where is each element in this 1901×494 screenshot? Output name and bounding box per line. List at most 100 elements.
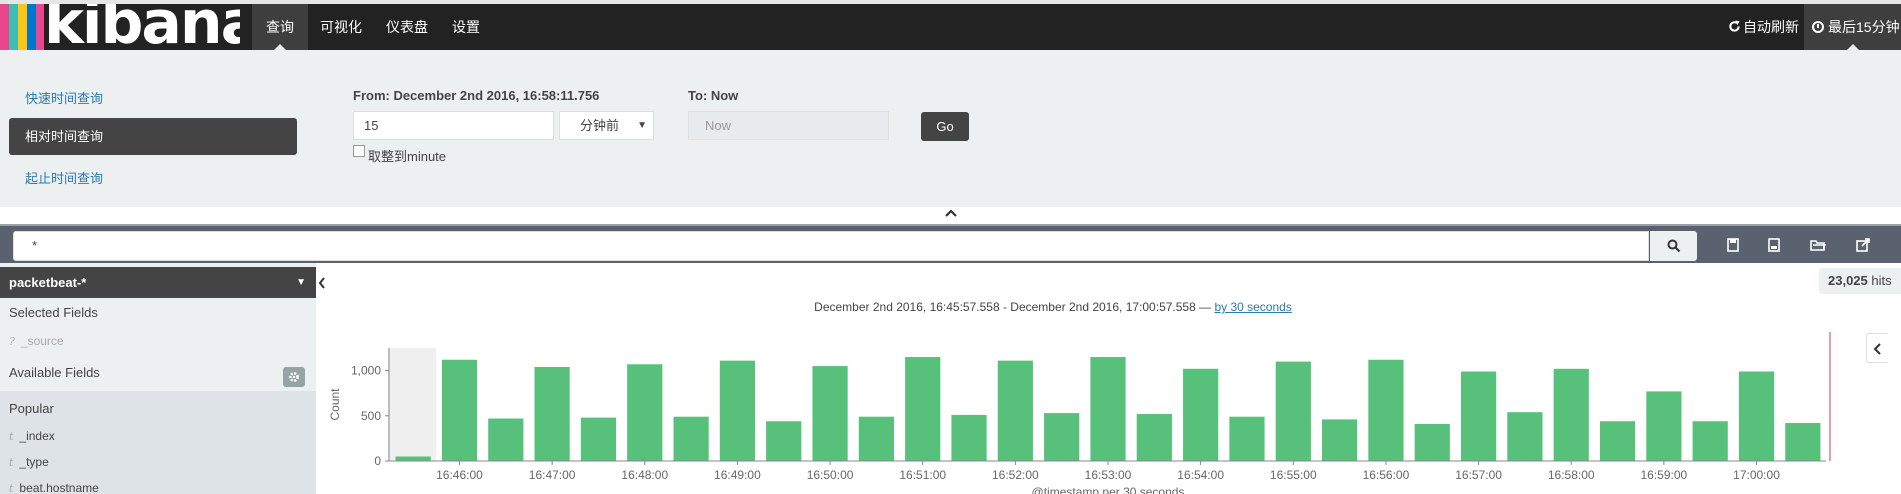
search-input[interactable]: * (13, 231, 1649, 261)
tab-discover[interactable]: 查询 (252, 4, 308, 50)
chart-bar (1136, 413, 1172, 461)
selected-fields-heading: Selected Fields (9, 305, 98, 320)
chart-bar (1738, 371, 1775, 461)
index-pattern-label: packetbeat-* (9, 275, 87, 290)
chart-bar (1460, 371, 1497, 461)
field-type-icon: ? (9, 335, 15, 348)
x-tick-label: 16:52:00 (992, 468, 1039, 482)
tab-settings[interactable]: 设置 (438, 4, 494, 50)
chart-bar (1368, 359, 1404, 461)
chevron-left-icon (1873, 343, 1881, 355)
mode-absolute[interactable]: 起止时间查询 (25, 168, 103, 187)
chart-bar (441, 359, 478, 461)
chart-bar (627, 364, 663, 461)
tab-visualize[interactable]: 可视化 (306, 4, 376, 50)
x-tick-label: 16:51:00 (899, 468, 946, 482)
open-folder-icon[interactable] (1808, 235, 1828, 255)
index-pattern-select[interactable]: packetbeat-* ▼ (0, 267, 316, 298)
chart-bar (1044, 413, 1080, 461)
chevron-left-icon[interactable] (316, 271, 328, 295)
kibana-logo[interactable]: kibana (0, 4, 240, 50)
field-name: _source (20, 334, 64, 348)
chart-bar (1692, 421, 1728, 461)
logo-stripe (27, 4, 36, 50)
chart-bar (905, 357, 941, 461)
x-tick-label: 16:59:00 (1641, 468, 1688, 482)
x-tick-label: 16:48:00 (621, 468, 668, 482)
x-tick-label: 17:00:00 (1733, 468, 1780, 482)
chart-bar (1229, 416, 1265, 461)
y-tick-label: 0 (374, 454, 381, 468)
new-search-icon[interactable] (1723, 235, 1743, 255)
field-item[interactable]: t beat.hostname (9, 481, 99, 494)
y-axis-label: Count (328, 388, 342, 421)
logo-stripe (9, 4, 18, 50)
to-input[interactable]: Now (688, 111, 889, 140)
clock-icon (1812, 21, 1824, 33)
hits-count: 23,025 (1828, 273, 1868, 288)
chart-bar (1646, 391, 1682, 461)
chart-bar (1599, 421, 1636, 461)
mode-quick[interactable]: 快速时间查询 (25, 88, 103, 107)
from-count-input[interactable]: 15 (353, 111, 554, 140)
chart-bar (673, 416, 709, 461)
x-tick-label: 16:56:00 (1363, 468, 1410, 482)
x-axis-label: @timestamp per 30 seconds (1032, 485, 1185, 494)
field-sidebar: packetbeat-* ▼ Selected Fields ? _source … (0, 263, 316, 494)
auto-refresh-label: 自动刷新 (1743, 19, 1799, 35)
field-item[interactable]: t _type (9, 455, 49, 469)
field-name: _type (19, 455, 49, 469)
to-label: To: Now (688, 88, 739, 103)
field-item[interactable]: t _index (9, 429, 55, 443)
logo-stripe (0, 4, 9, 50)
partial-bucket-shade (388, 348, 437, 461)
chart-bar (1785, 423, 1821, 461)
field-settings-button[interactable] (283, 367, 305, 387)
round-to-unit-checkbox[interactable] (353, 145, 365, 157)
time-picker-button[interactable]: 最后15分钟 (1804, 4, 1901, 50)
interval-link[interactable]: by 30 seconds (1214, 300, 1291, 314)
chart-bar (766, 421, 802, 461)
popular-fields-block: Popular t _index t _type t beat.hostname (0, 391, 316, 494)
caret-down-icon: ▼ (296, 277, 306, 288)
search-bar: * (0, 224, 1901, 263)
chart-bar (1322, 419, 1358, 461)
chevron-up-icon[interactable] (944, 208, 958, 218)
mode-relative[interactable]: 相对时间查询 (9, 118, 297, 155)
caret-down-icon: ▼ (637, 120, 647, 131)
chart-bar (951, 414, 987, 461)
search-icon (1667, 239, 1681, 253)
logo-stripe (18, 4, 27, 50)
field-name: beat.hostname (19, 481, 99, 494)
chart-bar (580, 417, 617, 461)
chart-bar (858, 416, 894, 461)
x-tick-label: 16:46:00 (436, 468, 483, 482)
histogram-chart: 0 500 1,000 Count 16:46:00 16:47:00 16:48:00 16… (328, 332, 1831, 494)
y-tick-label: 1,000 (351, 364, 381, 378)
time-range-summary: December 2nd 2016, 16:45:57.558 - Decemb… (328, 300, 1778, 314)
hits-count-badge: 23,025 hits (1819, 268, 1901, 294)
logo-stripe (36, 4, 44, 50)
available-fields-heading: Available Fields (9, 365, 100, 380)
field-item[interactable]: ? _source (9, 334, 64, 348)
chart-bar (534, 366, 570, 461)
from-unit-select[interactable]: 分钟前 ▼ (559, 111, 654, 140)
chart-collapse-button[interactable] (1866, 333, 1888, 363)
x-tick-label: 16:58:00 (1548, 468, 1595, 482)
top-navbar: kibana 查询 可视化 仪表盘 设置 自动刷新 最后15分钟 (0, 0, 1901, 50)
gear-icon (289, 372, 299, 382)
auto-refresh-button[interactable]: 自动刷新 (1728, 4, 1799, 50)
chart-bar (1090, 357, 1126, 461)
x-tick-label: 16:53:00 (1085, 468, 1132, 482)
save-icon[interactable] (1764, 235, 1784, 255)
search-button[interactable] (1650, 231, 1697, 261)
share-icon[interactable] (1853, 235, 1873, 255)
field-type-icon: t (9, 456, 14, 469)
refresh-icon (1729, 20, 1740, 32)
go-button[interactable]: Go (921, 112, 969, 141)
logo-text: kibana (44, 4, 240, 50)
tab-dashboard[interactable]: 仪表盘 (372, 4, 442, 50)
round-to-unit-label: 取整到minute (368, 149, 447, 164)
x-tick-label: 16:50:00 (807, 468, 854, 482)
time-picker-label: 最后15分钟 (1828, 19, 1900, 35)
